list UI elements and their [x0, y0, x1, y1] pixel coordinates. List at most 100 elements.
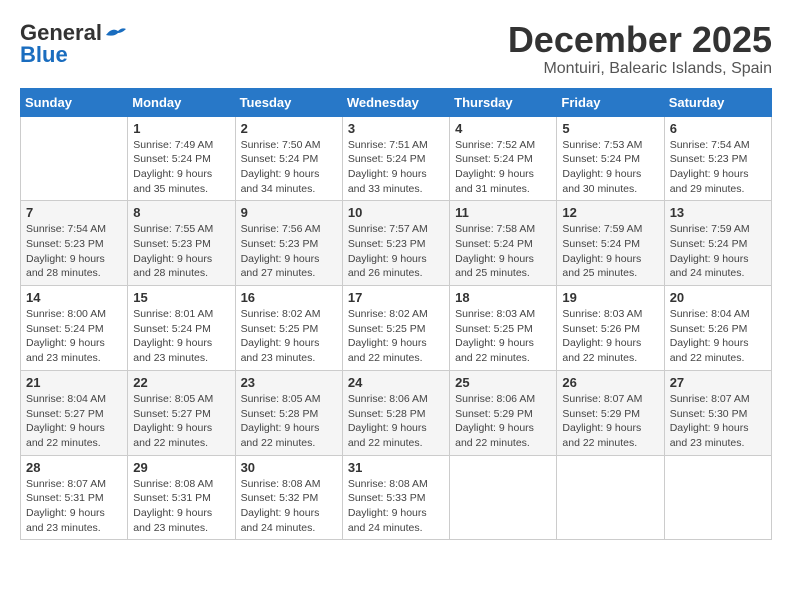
weekday-header-saturday: Saturday [664, 88, 771, 116]
calendar-cell: 25 Sunrise: 8:06 AMSunset: 5:29 PMDayligh… [450, 370, 557, 455]
calendar-cell: 14Sunrise: 8:00 AMSunset: 5:24 PMDayligh… [21, 286, 128, 371]
weekday-header-wednesday: Wednesday [342, 88, 449, 116]
day-number: 9 [241, 205, 337, 220]
day-number: 21 [26, 375, 122, 390]
day-number: 13 [670, 205, 766, 220]
day-info: Sunrise: 7:53 AMSunset: 5:24 PMDaylight:… [562, 138, 658, 197]
title-area: December 2025 Montuiri, Balearic Islands… [508, 20, 772, 78]
logo-bird-icon [104, 25, 126, 41]
day-info: Sunrise: 8:00 AMSunset: 5:24 PMDaylight:… [26, 307, 122, 366]
calendar-cell: 28 Sunrise: 8:07 AMSunset: 5:31 PMDayligh… [21, 455, 128, 540]
day-info: Sunrise: 8:07 AMSunset: 5:29 PMDaylight:… [562, 392, 658, 451]
logo-blue: Blue [20, 42, 68, 68]
calendar-cell: 3 Sunrise: 7:51 AMSunset: 5:24 PMDaylight… [342, 116, 449, 201]
day-number: 30 [241, 460, 337, 475]
calendar-cell: 27 Sunrise: 8:07 AMSunset: 5:30 PMDayligh… [664, 370, 771, 455]
calendar-week-row: 1 Sunrise: 7:49 AMSunset: 5:24 PMDaylight… [21, 116, 772, 201]
calendar-cell: 1 Sunrise: 7:49 AMSunset: 5:24 PMDaylight… [128, 116, 235, 201]
calendar-cell: 20Sunrise: 8:04 AMSunset: 5:26 PMDayligh… [664, 286, 771, 371]
day-info: Sunrise: 7:58 AMSunset: 5:24 PMDaylight:… [455, 222, 551, 281]
calendar-cell: 15 Sunrise: 8:01 AMSunset: 5:24 PMDayligh… [128, 286, 235, 371]
weekday-header-friday: Friday [557, 88, 664, 116]
calendar-cell: 8 Sunrise: 7:55 AMSunset: 5:23 PMDaylight… [128, 201, 235, 286]
day-info: Sunrise: 7:52 AMSunset: 5:24 PMDaylight:… [455, 138, 551, 197]
page-header: General Blue December 2025 Montuiri, Bal… [20, 20, 772, 78]
day-info: Sunrise: 7:54 AMSunset: 5:23 PMDaylight:… [26, 222, 122, 281]
day-number: 3 [348, 121, 444, 136]
day-number: 20 [670, 290, 766, 305]
day-number: 2 [241, 121, 337, 136]
weekday-header-sunday: Sunday [21, 88, 128, 116]
day-number: 26 [562, 375, 658, 390]
calendar-cell: 17 Sunrise: 8:02 AMSunset: 5:25 PMDayligh… [342, 286, 449, 371]
day-number: 25 [455, 375, 551, 390]
calendar-cell: 13 Sunrise: 7:59 AMSunset: 5:24 PMDayligh… [664, 201, 771, 286]
calendar-week-row: 7 Sunrise: 7:54 AMSunset: 5:23 PMDaylight… [21, 201, 772, 286]
calendar-cell: 10 Sunrise: 7:57 AMSunset: 5:23 PMDayligh… [342, 201, 449, 286]
day-info: Sunrise: 7:55 AMSunset: 5:23 PMDaylight:… [133, 222, 229, 281]
weekday-header-tuesday: Tuesday [235, 88, 342, 116]
day-number: 28 [26, 460, 122, 475]
day-info: Sunrise: 7:56 AMSunset: 5:23 PMDaylight:… [241, 222, 337, 281]
calendar-cell: 6Sunrise: 7:54 AMSunset: 5:23 PMDaylight… [664, 116, 771, 201]
calendar-cell: 29Sunrise: 8:08 AMSunset: 5:31 PMDayligh… [128, 455, 235, 540]
day-info: Sunrise: 8:08 AMSunset: 5:32 PMDaylight:… [241, 477, 337, 536]
day-number: 10 [348, 205, 444, 220]
calendar-week-row: 21 Sunrise: 8:04 AMSunset: 5:27 PMDayligh… [21, 370, 772, 455]
day-number: 17 [348, 290, 444, 305]
calendar-cell: 22Sunrise: 8:05 AMSunset: 5:27 PMDayligh… [128, 370, 235, 455]
calendar-cell: 2Sunrise: 7:50 AMSunset: 5:24 PMDaylight… [235, 116, 342, 201]
day-info: Sunrise: 8:07 AMSunset: 5:30 PMDaylight:… [670, 392, 766, 451]
day-info: Sunrise: 8:02 AMSunset: 5:25 PMDaylight:… [348, 307, 444, 366]
day-number: 18 [455, 290, 551, 305]
day-number: 29 [133, 460, 229, 475]
day-info: Sunrise: 7:57 AMSunset: 5:23 PMDaylight:… [348, 222, 444, 281]
weekday-header-thursday: Thursday [450, 88, 557, 116]
day-number: 8 [133, 205, 229, 220]
day-info: Sunrise: 7:59 AMSunset: 5:24 PMDaylight:… [670, 222, 766, 281]
day-info: Sunrise: 7:49 AMSunset: 5:24 PMDaylight:… [133, 138, 229, 197]
calendar-cell: 19 Sunrise: 8:03 AMSunset: 5:26 PMDayligh… [557, 286, 664, 371]
calendar-cell: 4 Sunrise: 7:52 AMSunset: 5:24 PMDaylight… [450, 116, 557, 201]
calendar-cell: 31 Sunrise: 8:08 AMSunset: 5:33 PMDayligh… [342, 455, 449, 540]
day-number: 15 [133, 290, 229, 305]
day-number: 1 [133, 121, 229, 136]
day-number: 31 [348, 460, 444, 475]
day-info: Sunrise: 8:06 AMSunset: 5:29 PMDaylight:… [455, 392, 551, 451]
day-number: 19 [562, 290, 658, 305]
calendar-header-row: SundayMondayTuesdayWednesdayThursdayFrid… [21, 88, 772, 116]
calendar-cell [450, 455, 557, 540]
day-number: 4 [455, 121, 551, 136]
day-number: 23 [241, 375, 337, 390]
calendar-cell: 21 Sunrise: 8:04 AMSunset: 5:27 PMDayligh… [21, 370, 128, 455]
day-number: 16 [241, 290, 337, 305]
day-number: 27 [670, 375, 766, 390]
logo: General Blue [20, 20, 126, 68]
calendar-cell: 16 Sunrise: 8:02 AMSunset: 5:25 PMDayligh… [235, 286, 342, 371]
calendar-cell: 30 Sunrise: 8:08 AMSunset: 5:32 PMDayligh… [235, 455, 342, 540]
day-info: Sunrise: 8:07 AMSunset: 5:31 PMDaylight:… [26, 477, 122, 536]
day-number: 7 [26, 205, 122, 220]
day-info: Sunrise: 8:03 AMSunset: 5:26 PMDaylight:… [562, 307, 658, 366]
calendar-cell [21, 116, 128, 201]
calendar-cell: 26 Sunrise: 8:07 AMSunset: 5:29 PMDayligh… [557, 370, 664, 455]
day-info: Sunrise: 8:08 AMSunset: 5:33 PMDaylight:… [348, 477, 444, 536]
calendar-cell [557, 455, 664, 540]
day-info: Sunrise: 7:54 AMSunset: 5:23 PMDaylight:… [670, 138, 766, 197]
calendar-cell: 7 Sunrise: 7:54 AMSunset: 5:23 PMDaylight… [21, 201, 128, 286]
day-info: Sunrise: 8:04 AMSunset: 5:27 PMDaylight:… [26, 392, 122, 451]
day-info: Sunrise: 8:01 AMSunset: 5:24 PMDaylight:… [133, 307, 229, 366]
day-info: Sunrise: 7:51 AMSunset: 5:24 PMDaylight:… [348, 138, 444, 197]
calendar-week-row: 14Sunrise: 8:00 AMSunset: 5:24 PMDayligh… [21, 286, 772, 371]
day-info: Sunrise: 7:59 AMSunset: 5:24 PMDaylight:… [562, 222, 658, 281]
day-number: 11 [455, 205, 551, 220]
calendar-cell: 18 Sunrise: 8:03 AMSunset: 5:25 PMDayligh… [450, 286, 557, 371]
weekday-header-monday: Monday [128, 88, 235, 116]
day-number: 24 [348, 375, 444, 390]
day-info: Sunrise: 8:05 AMSunset: 5:28 PMDaylight:… [241, 392, 337, 451]
day-info: Sunrise: 8:03 AMSunset: 5:25 PMDaylight:… [455, 307, 551, 366]
day-info: Sunrise: 8:06 AMSunset: 5:28 PMDaylight:… [348, 392, 444, 451]
day-info: Sunrise: 8:05 AMSunset: 5:27 PMDaylight:… [133, 392, 229, 451]
month-title: December 2025 [508, 20, 772, 60]
day-info: Sunrise: 8:02 AMSunset: 5:25 PMDaylight:… [241, 307, 337, 366]
